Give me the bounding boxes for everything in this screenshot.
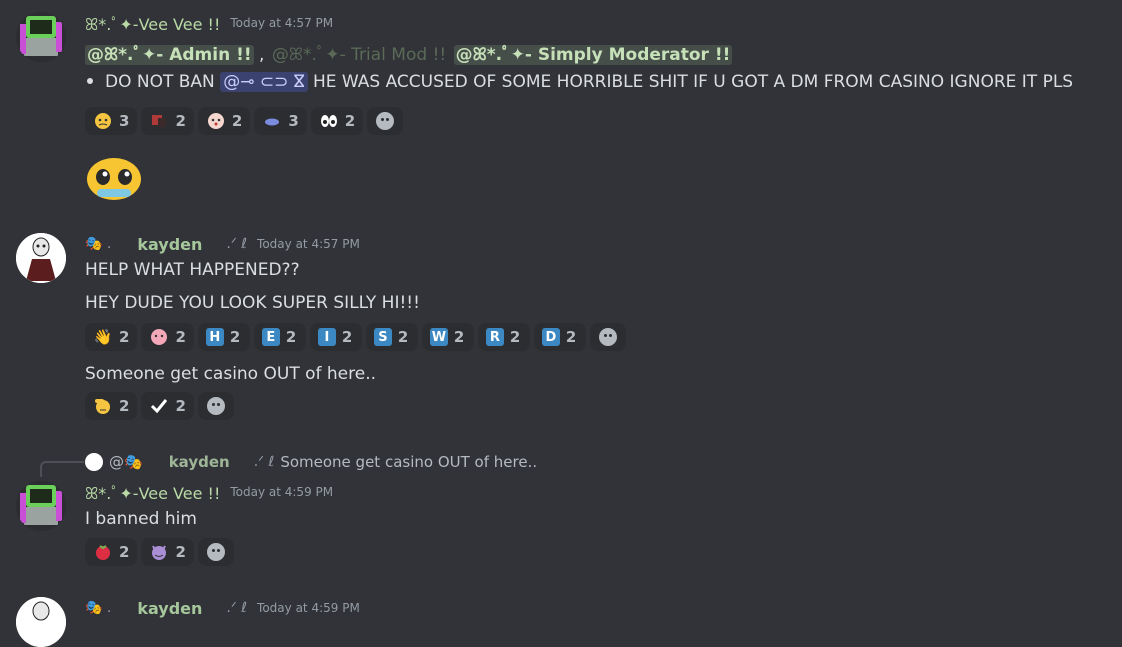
add-reaction-button[interactable] (197, 538, 234, 566)
message-text: Someone get casino OUT of here.. (85, 364, 377, 384)
role-mention-admin[interactable]: @ꕤ*.ﾟ✦- Admin !! (85, 45, 254, 65)
reaction[interactable]: 2 (85, 392, 138, 420)
username[interactable]: ꕤ*.ﾟ✦-Vee Vee !! (85, 480, 220, 504)
reply-username-suffix: .ᐟ ℓ (253, 454, 275, 470)
waving-hand-emoji: 👋 (93, 328, 113, 346)
role-mention-simply-moderator[interactable]: @ꕤ*.ﾟ✦- Simply Moderator !! (453, 45, 733, 65)
reply-avatar (85, 453, 103, 471)
reaction[interactable]: E 2 (253, 323, 306, 351)
avatar[interactable] (16, 597, 66, 647)
letter-s-emoji: S (373, 328, 392, 346)
user-mention[interactable]: @⊸ ⊂⊃ ⴵ (220, 72, 308, 92)
reaction[interactable]: 2 (141, 392, 194, 420)
username-prefix: 🎭 . (85, 600, 112, 616)
reply-preview[interactable]: @🎭 kayden .ᐟ ℓ Someone get casino OUT of… (85, 452, 537, 472)
reaction[interactable]: 2 (85, 538, 138, 566)
reaction[interactable]: I 2 (309, 323, 362, 351)
avatar[interactable] (16, 233, 66, 283)
reactions-bar: 3 2 2 3 2 (85, 107, 404, 135)
mention-separator: , (259, 45, 265, 65)
reaction[interactable]: 3 (254, 107, 307, 135)
reply-username[interactable]: kayden (169, 453, 230, 471)
message-text: HELP WHAT HAPPENED?? (85, 260, 300, 280)
reactions-bar: 2 2 (85, 538, 234, 566)
reaction[interactable]: 2 (141, 107, 194, 135)
username-prefix: 🎭 . (85, 236, 112, 252)
reaction[interactable]: 👋 2 (85, 323, 138, 351)
reaction[interactable]: 2 (310, 107, 364, 135)
tomato-emoji (93, 542, 113, 562)
list-bullet (87, 78, 93, 84)
letter-i-emoji: I (317, 328, 336, 346)
reactions-bar: 👋 2 2 H 2 E 2 I 2 S 2 W 2 R 2 D 2 (85, 323, 626, 351)
timestamp[interactable]: Today at 4:57 PM (257, 237, 360, 251)
letter-w-emoji: W (429, 328, 448, 346)
reaction[interactable]: R 2 (477, 323, 530, 351)
letter-r-emoji: R (485, 328, 504, 346)
reaction[interactable]: 2 (197, 107, 251, 135)
add-reaction-icon (598, 328, 617, 346)
add-reaction-button[interactable] (367, 107, 404, 135)
letter-e-emoji: E (261, 328, 280, 346)
check-mark-emoji (149, 396, 169, 416)
username[interactable]: kayden (137, 599, 202, 618)
timestamp[interactable]: Today at 4:59 PM (257, 601, 360, 615)
add-reaction-icon (206, 397, 225, 415)
reaction[interactable]: S 2 (365, 323, 418, 351)
blushing-face-emoji (206, 111, 226, 131)
username[interactable]: kayden (137, 235, 202, 254)
eyes-emoji (319, 111, 339, 131)
reaction[interactable]: 3 (85, 107, 138, 135)
blue-fish-emoji (262, 111, 282, 131)
add-reaction-button[interactable] (589, 323, 626, 351)
add-reaction-icon (376, 112, 395, 130)
reactions-bar: 2 2 (85, 392, 234, 420)
reaction[interactable]: H 2 (197, 323, 250, 351)
reply-connector (40, 461, 84, 477)
sticker-crying-face[interactable] (85, 155, 143, 203)
message-text: HE WAS ACCUSED OF SOME HORRIBLE SHIT IF … (312, 72, 1074, 92)
letter-d-emoji: D (541, 328, 560, 346)
pink-face-emoji (149, 327, 169, 347)
message-text: I banned him (85, 509, 197, 529)
reply-text: Someone get casino OUT of here.. (280, 453, 538, 471)
reaction[interactable]: W 2 (421, 323, 474, 351)
role-mention-trial-mod[interactable]: @ꕤ*.ﾟ✦- Trial Mod !! (270, 45, 448, 65)
crying-face-emoji (93, 111, 113, 131)
timestamp[interactable]: Today at 4:59 PM (230, 485, 333, 499)
letter-h-emoji: H (205, 328, 224, 346)
message-text: DO NOT BAN (105, 72, 215, 92)
timestamp[interactable]: Today at 4:57 PM (230, 16, 333, 30)
add-reaction-button[interactable] (197, 392, 234, 420)
reply-mention: @🎭 (109, 453, 143, 471)
custom-character-emoji (149, 111, 169, 131)
message-text: HEY DUDE YOU LOOK SUPER SILLY HI!!! (85, 293, 420, 313)
avatar[interactable] (16, 481, 66, 531)
username[interactable]: ꕤ*.ﾟ✦-Vee Vee !! (85, 11, 220, 35)
reaction[interactable]: 2 (141, 538, 194, 566)
saluting-face-emoji (93, 396, 113, 416)
username-suffix: .ᐟ ℓ (226, 600, 248, 616)
reaction[interactable]: 2 (141, 323, 194, 351)
avatar[interactable] (16, 12, 66, 62)
add-reaction-icon (206, 543, 225, 561)
smiling-devil-emoji (149, 542, 169, 562)
username-suffix: .ᐟ ℓ (226, 236, 248, 252)
reaction[interactable]: D 2 (533, 323, 586, 351)
